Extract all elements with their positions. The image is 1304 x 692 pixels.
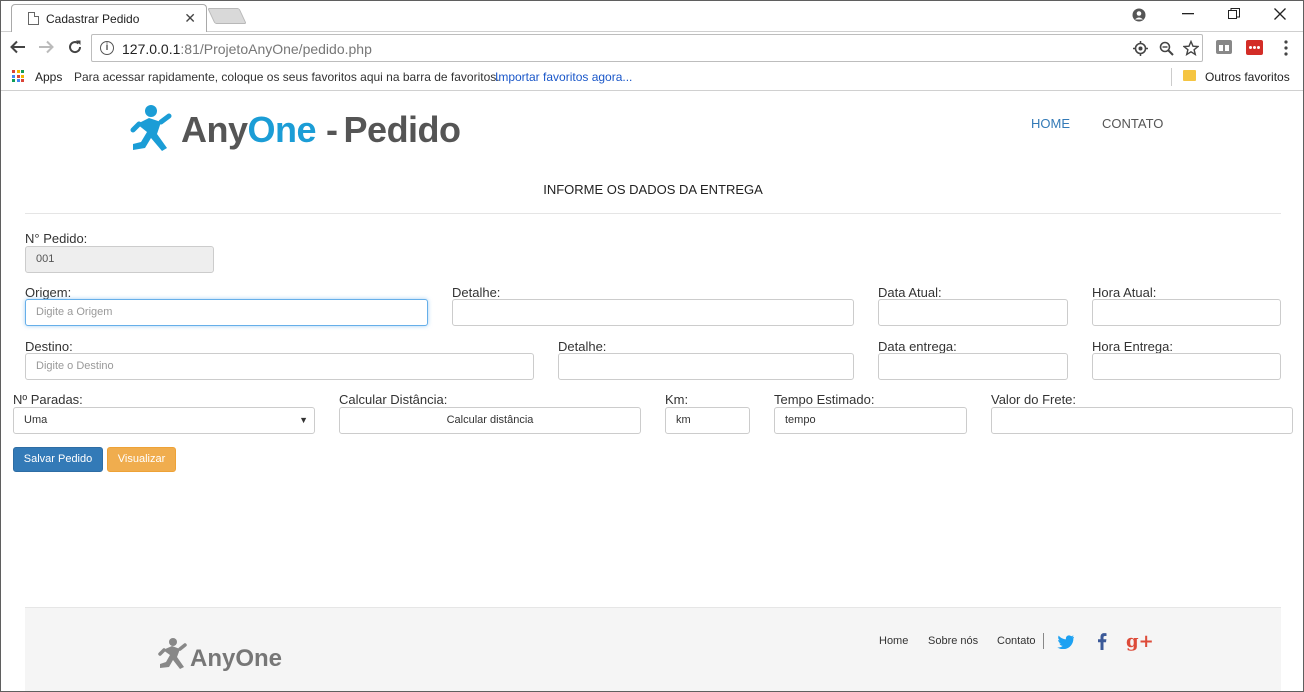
reload-icon[interactable] bbox=[67, 39, 83, 55]
detalhe-destino-input[interactable] bbox=[558, 353, 854, 380]
footer: AnyOne Home Sobre nós Contato g+ bbox=[25, 607, 1281, 691]
detalhe-origem-label: Detalhe: bbox=[452, 285, 501, 300]
bookmarks-separator bbox=[1171, 68, 1172, 86]
form-title: INFORME OS DADOS DA ENTREGA bbox=[543, 182, 763, 197]
destino-input[interactable]: Digite o Destino bbox=[25, 353, 534, 380]
paradas-select[interactable]: Uma ▼ bbox=[13, 407, 315, 434]
footer-logo-icon bbox=[158, 638, 187, 669]
origem-input[interactable]: Digite a Origem bbox=[25, 299, 428, 326]
visualizar-button[interactable]: Visualizar bbox=[107, 447, 176, 472]
page-icon bbox=[28, 12, 39, 25]
detalhe-destino-label: Detalhe: bbox=[558, 339, 607, 354]
logo-title[interactable]: AnyOne - Pedido bbox=[181, 109, 461, 151]
lastpass-icon[interactable] bbox=[1246, 40, 1263, 55]
km-input[interactable]: km bbox=[665, 407, 750, 434]
bookmarks-hint: Para acessar rapidamente, coloque os seu… bbox=[74, 70, 500, 84]
hora-atual-label: Hora Atual: bbox=[1092, 285, 1157, 300]
import-bookmarks-link[interactable]: Importar favoritos agora... bbox=[495, 70, 632, 84]
origem-label: Origem: bbox=[25, 285, 72, 300]
footer-home-link[interactable]: Home bbox=[879, 635, 908, 647]
footer-logo[interactable]: AnyOne bbox=[190, 645, 282, 673]
tempo-label: Tempo Estimado: bbox=[774, 392, 875, 407]
logo-any: Any bbox=[181, 109, 248, 150]
tab-title: Cadastrar Pedido bbox=[46, 12, 140, 26]
nav-home[interactable]: HOME bbox=[1031, 116, 1070, 131]
extension-icon[interactable] bbox=[1216, 40, 1232, 54]
tab-strip: Cadastrar Pedido ✕ bbox=[1, 1, 1303, 32]
pedido-label: N° Pedido: bbox=[25, 231, 88, 246]
bookmarks-bar: Apps Para acessar rapidamente, coloque o… bbox=[1, 64, 1303, 91]
forward-icon[interactable] bbox=[38, 40, 54, 54]
footer-separator bbox=[1043, 633, 1044, 649]
dropdown-caret-icon: ▼ bbox=[299, 415, 308, 425]
star-icon[interactable] bbox=[1183, 40, 1199, 56]
facebook-icon[interactable] bbox=[1097, 633, 1107, 650]
other-bookmarks[interactable]: Outros favoritos bbox=[1205, 70, 1290, 84]
logo-one: One bbox=[247, 109, 317, 150]
anyone-runner-logo-icon[interactable] bbox=[129, 104, 173, 156]
tab-close-icon[interactable]: ✕ bbox=[184, 10, 196, 27]
paradas-selected: Uma bbox=[24, 414, 48, 426]
url-text[interactable]: 127.0.0.1:81/ProjetoAnyOne/pedido.php bbox=[122, 41, 372, 57]
detalhe-origem-input[interactable] bbox=[452, 299, 854, 326]
data-atual-input[interactable] bbox=[878, 299, 1068, 326]
profile-icon[interactable] bbox=[1132, 8, 1146, 22]
menu-icon[interactable] bbox=[1284, 40, 1288, 56]
google-plus-icon[interactable]: g+ bbox=[1126, 631, 1154, 652]
hora-entrega-label: Hora Entrega: bbox=[1092, 339, 1173, 354]
address-bar[interactable]: i 127.0.0.1:81/ProjetoAnyOne/pedido.php bbox=[91, 34, 1203, 62]
restore-icon[interactable] bbox=[1228, 8, 1240, 20]
data-entrega-input[interactable] bbox=[878, 353, 1068, 380]
back-icon[interactable] bbox=[10, 40, 26, 54]
zoom-icon[interactable] bbox=[1159, 41, 1174, 56]
hora-entrega-input[interactable] bbox=[1092, 353, 1281, 380]
apps-icon[interactable] bbox=[12, 70, 24, 82]
url-host: 127.0.0.1 bbox=[122, 41, 181, 57]
destino-label: Destino: bbox=[25, 339, 73, 354]
salvar-pedido-button[interactable]: Salvar Pedido bbox=[13, 447, 103, 472]
logo-dash: - bbox=[326, 109, 338, 150]
folder-icon bbox=[1183, 70, 1196, 81]
data-entrega-label: Data entrega: bbox=[878, 339, 957, 354]
page-content: AnyOne - Pedido HOME CONTATO INFORME OS DA… bbox=[1, 92, 1303, 691]
browser-toolbar: i 127.0.0.1:81/ProjetoAnyOne/pedido.php bbox=[1, 32, 1303, 64]
logo-pedido: Pedido bbox=[343, 109, 462, 150]
close-window-icon[interactable] bbox=[1274, 8, 1286, 20]
data-atual-label: Data Atual: bbox=[878, 285, 942, 300]
hora-atual-input[interactable] bbox=[1092, 299, 1281, 326]
pedido-number-field: 001 bbox=[25, 246, 214, 273]
info-icon[interactable]: i bbox=[100, 41, 114, 55]
calcular-distancia-button[interactable]: Calcular distância bbox=[339, 407, 641, 434]
valor-frete-input[interactable] bbox=[991, 407, 1293, 434]
twitter-icon[interactable] bbox=[1057, 635, 1074, 649]
nav-contato[interactable]: CONTATO bbox=[1102, 116, 1163, 131]
tab-cadastrar-pedido[interactable]: Cadastrar Pedido ✕ bbox=[11, 4, 207, 32]
new-tab-button[interactable] bbox=[207, 8, 247, 24]
location-icon[interactable] bbox=[1133, 41, 1148, 56]
footer-contato-link[interactable]: Contato bbox=[997, 635, 1036, 647]
apps-bookmark[interactable]: Apps bbox=[35, 70, 62, 84]
km-label: Km: bbox=[665, 392, 689, 407]
browser-window: Cadastrar Pedido ✕ i 127.0.0.1:81/Projet… bbox=[0, 0, 1304, 692]
minimize-icon[interactable] bbox=[1182, 13, 1194, 15]
footer-sobre-link[interactable]: Sobre nós bbox=[928, 635, 978, 647]
valor-frete-label: Valor do Frete: bbox=[991, 392, 1077, 407]
paradas-label: Nº Paradas: bbox=[13, 392, 83, 407]
divider bbox=[25, 213, 1281, 214]
calcular-label: Calcular Distância: bbox=[339, 392, 448, 407]
url-path: :81/ProjetoAnyOne/pedido.php bbox=[180, 41, 372, 57]
tempo-input[interactable]: tempo bbox=[774, 407, 967, 434]
